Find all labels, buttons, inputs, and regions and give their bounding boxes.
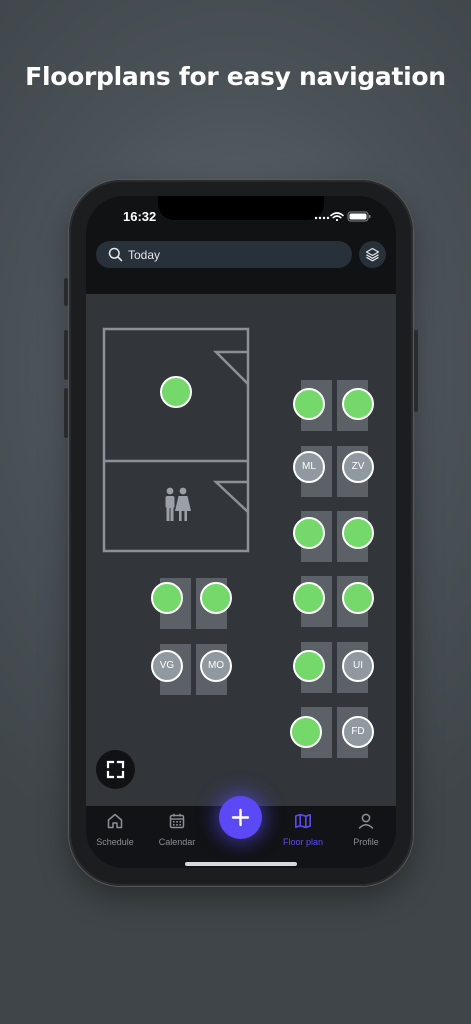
- battery-icon: [347, 211, 371, 222]
- layers-button[interactable]: [359, 241, 386, 268]
- person-icon: [358, 813, 374, 829]
- status-icons: [314, 209, 384, 222]
- seat[interactable]: ZV: [342, 451, 374, 483]
- cellular-icon: [314, 216, 330, 220]
- tab-schedule[interactable]: Schedule: [86, 812, 144, 852]
- seat[interactable]: ML: [293, 451, 325, 483]
- seat[interactable]: UI: [342, 650, 374, 682]
- search-label: Today: [128, 248, 161, 262]
- restroom-door: [212, 480, 249, 513]
- map-icon: [295, 813, 311, 829]
- seat[interactable]: [342, 388, 374, 420]
- tab-label: Profile: [353, 837, 379, 847]
- notch: [158, 196, 324, 220]
- wifi-icon: [330, 212, 344, 222]
- home-icon: [107, 813, 123, 829]
- tab-floor-plan[interactable]: Floor plan: [274, 812, 332, 852]
- seat[interactable]: [290, 716, 322, 748]
- layers-icon: [365, 247, 380, 262]
- seat[interactable]: [342, 517, 374, 549]
- app-screen: 16:32 Today ML ZV VG MO UI FD Schedule C…: [86, 196, 396, 868]
- search-icon: [108, 247, 123, 262]
- seat[interactable]: [342, 582, 374, 614]
- headline: Floorplans for easy navigation: [25, 62, 446, 91]
- silent-switch: [64, 278, 68, 306]
- floorplan-map[interactable]: ML ZV VG MO UI FD: [86, 294, 396, 806]
- fullscreen-button[interactable]: [96, 750, 135, 789]
- add-booking-button[interactable]: [219, 796, 262, 839]
- seat[interactable]: [293, 650, 325, 682]
- seat[interactable]: [293, 517, 325, 549]
- tab-label: Floor plan: [282, 837, 324, 847]
- seat[interactable]: FD: [342, 716, 374, 748]
- expand-icon: [106, 760, 125, 779]
- volume-up-button: [64, 330, 68, 380]
- seat[interactable]: [293, 582, 325, 614]
- seat[interactable]: VG: [151, 650, 183, 682]
- tab-label: Schedule: [96, 837, 134, 847]
- seat[interactable]: [200, 582, 232, 614]
- tab-calendar[interactable]: Calendar: [148, 812, 206, 852]
- restroom-icon: [165, 487, 191, 521]
- tab-label: Calendar: [158, 837, 196, 847]
- plus-icon: [231, 808, 250, 827]
- meeting-room-door: [212, 350, 249, 385]
- seat[interactable]: [293, 388, 325, 420]
- date-search-field[interactable]: Today: [96, 241, 352, 268]
- home-indicator[interactable]: [185, 862, 297, 866]
- calendar-icon: [169, 813, 185, 829]
- volume-down-button: [64, 388, 68, 438]
- status-time: 16:32: [123, 209, 157, 224]
- power-button: [414, 330, 418, 412]
- seat[interactable]: MO: [200, 650, 232, 682]
- tab-profile[interactable]: Profile: [337, 812, 395, 852]
- seat[interactable]: [160, 376, 192, 408]
- seat[interactable]: [151, 582, 183, 614]
